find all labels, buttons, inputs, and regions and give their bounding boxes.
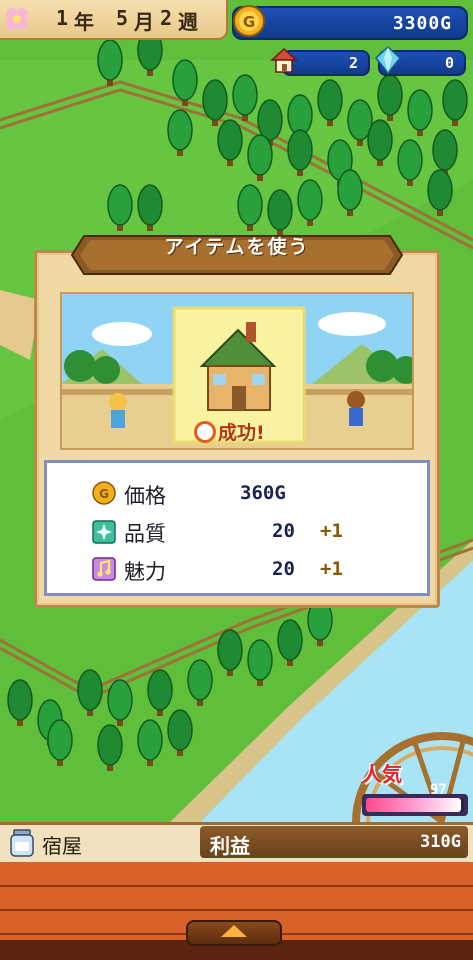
svg-text:G: G (243, 13, 255, 31)
charm-music-icon (92, 557, 116, 581)
week-number: 2 (160, 6, 173, 30)
popularity-bar-fill (366, 798, 462, 812)
year-number: 1 (56, 6, 69, 30)
quality-value: 20 (272, 520, 295, 542)
quality-bonus: +1 (320, 520, 343, 542)
money-value: 3300G (392, 13, 452, 34)
result-text: 成功! (218, 422, 265, 444)
coin-icon: G (92, 481, 116, 505)
svg-text:G: G (99, 487, 109, 501)
success-circle-icon (194, 421, 216, 443)
money-panel: 3300G (232, 6, 468, 40)
jar-icon (10, 829, 34, 857)
popularity-label: 人気 (362, 762, 402, 786)
charm-label: 魅力 (124, 560, 166, 584)
crystal-icon (374, 45, 402, 75)
week-unit: 週 (178, 10, 198, 34)
popularity-bar (366, 798, 464, 812)
month-unit: 月 (134, 10, 154, 34)
gold-coin-icon: G (233, 5, 265, 37)
dialog-title: アイテムを使う (164, 236, 310, 258)
quality-icon (92, 520, 116, 544)
arrow-up-icon[interactable] (221, 925, 247, 937)
crystal-count: 0 (444, 54, 454, 72)
charm-value: 20 (272, 558, 295, 580)
quality-label: 品質 (124, 522, 166, 546)
year-unit: 年 (74, 10, 94, 34)
house-icon (270, 47, 298, 73)
price-value: 360G (240, 482, 286, 504)
profit-value: 310G (420, 832, 461, 852)
profit-label: 利益 (210, 834, 250, 858)
month-number: 5 (116, 6, 129, 30)
flower-icon (6, 8, 28, 30)
charm-bonus: +1 (320, 558, 343, 580)
popularity-value: 97 (430, 782, 447, 798)
building-name: 宿屋 (42, 834, 82, 858)
house-count: 2 (348, 54, 358, 72)
price-label: 価格 (124, 484, 166, 508)
